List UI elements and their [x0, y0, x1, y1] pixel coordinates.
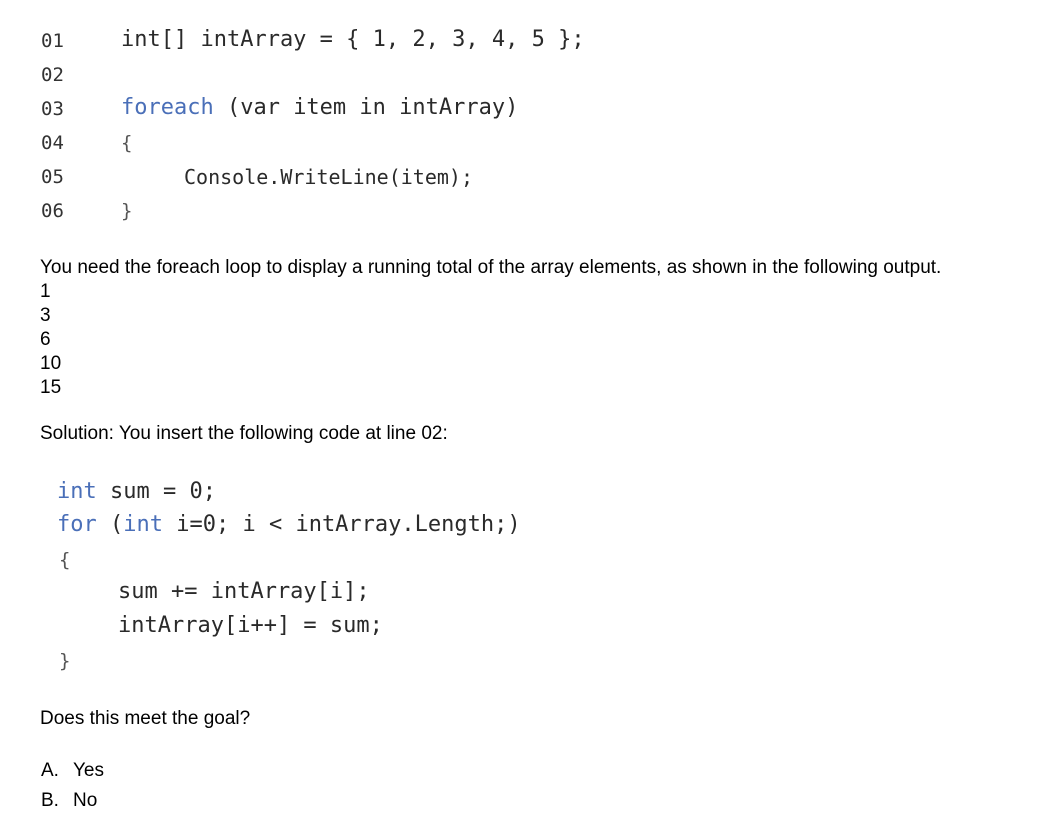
option-a-text: Yes [73, 760, 104, 781]
line-number-01: 01 [41, 30, 64, 52]
question-statement: You need the foreach loop to display a r… [40, 257, 942, 278]
option-b-text: No [73, 790, 98, 811]
keyword-int: int [57, 479, 97, 504]
code-line-05: Console.WriteLine(item); [184, 165, 473, 189]
keyword-for: for [57, 512, 97, 537]
code-line-06: } [121, 200, 133, 222]
line-number-03: 03 [41, 98, 64, 120]
solution-intro: Solution: You insert the following code … [40, 423, 448, 444]
output-value-4: 10 [40, 353, 62, 374]
line-number-04: 04 [41, 132, 64, 154]
solution-line-2: for (int i=0; i < intArray.Length;) [57, 512, 521, 537]
solution-line-1-rest: sum = 0; [96, 479, 216, 504]
output-value-2: 3 [40, 305, 51, 326]
solution-body-line-1: sum += intArray[i]; [118, 579, 370, 604]
code-line-03-rest: (var item in intArray) [213, 95, 519, 120]
output-value-1: 1 [40, 281, 51, 302]
code-line-01: int[] intArray = { 1, 2, 3, 4, 5 }; [121, 27, 585, 52]
goal-prompt: Does this meet the goal? [40, 708, 251, 729]
solution-body-line-2: intArray[i++] = sum; [118, 613, 383, 638]
code-line-03: foreach (var item in intArray) [121, 95, 518, 120]
output-value-5: 15 [40, 377, 62, 398]
option-b-letter: B. [41, 790, 59, 811]
keyword-int-2: int [123, 512, 163, 537]
option-a-letter: A. [41, 760, 59, 781]
solution-line-2-paren: ( [96, 512, 124, 537]
line-number-02: 02 [41, 64, 64, 86]
code-line-04: { [121, 132, 133, 154]
output-value-3: 6 [40, 329, 51, 350]
solution-line-2-rest: i=0; i < intArray.Length;) [163, 512, 521, 537]
solution-line-1: int sum = 0; [57, 479, 216, 504]
line-number-05: 05 [41, 166, 64, 188]
line-number-06: 06 [41, 200, 64, 222]
solution-open-brace: { [59, 549, 71, 571]
keyword-foreach: foreach [121, 95, 214, 120]
solution-close-brace: } [59, 650, 71, 672]
